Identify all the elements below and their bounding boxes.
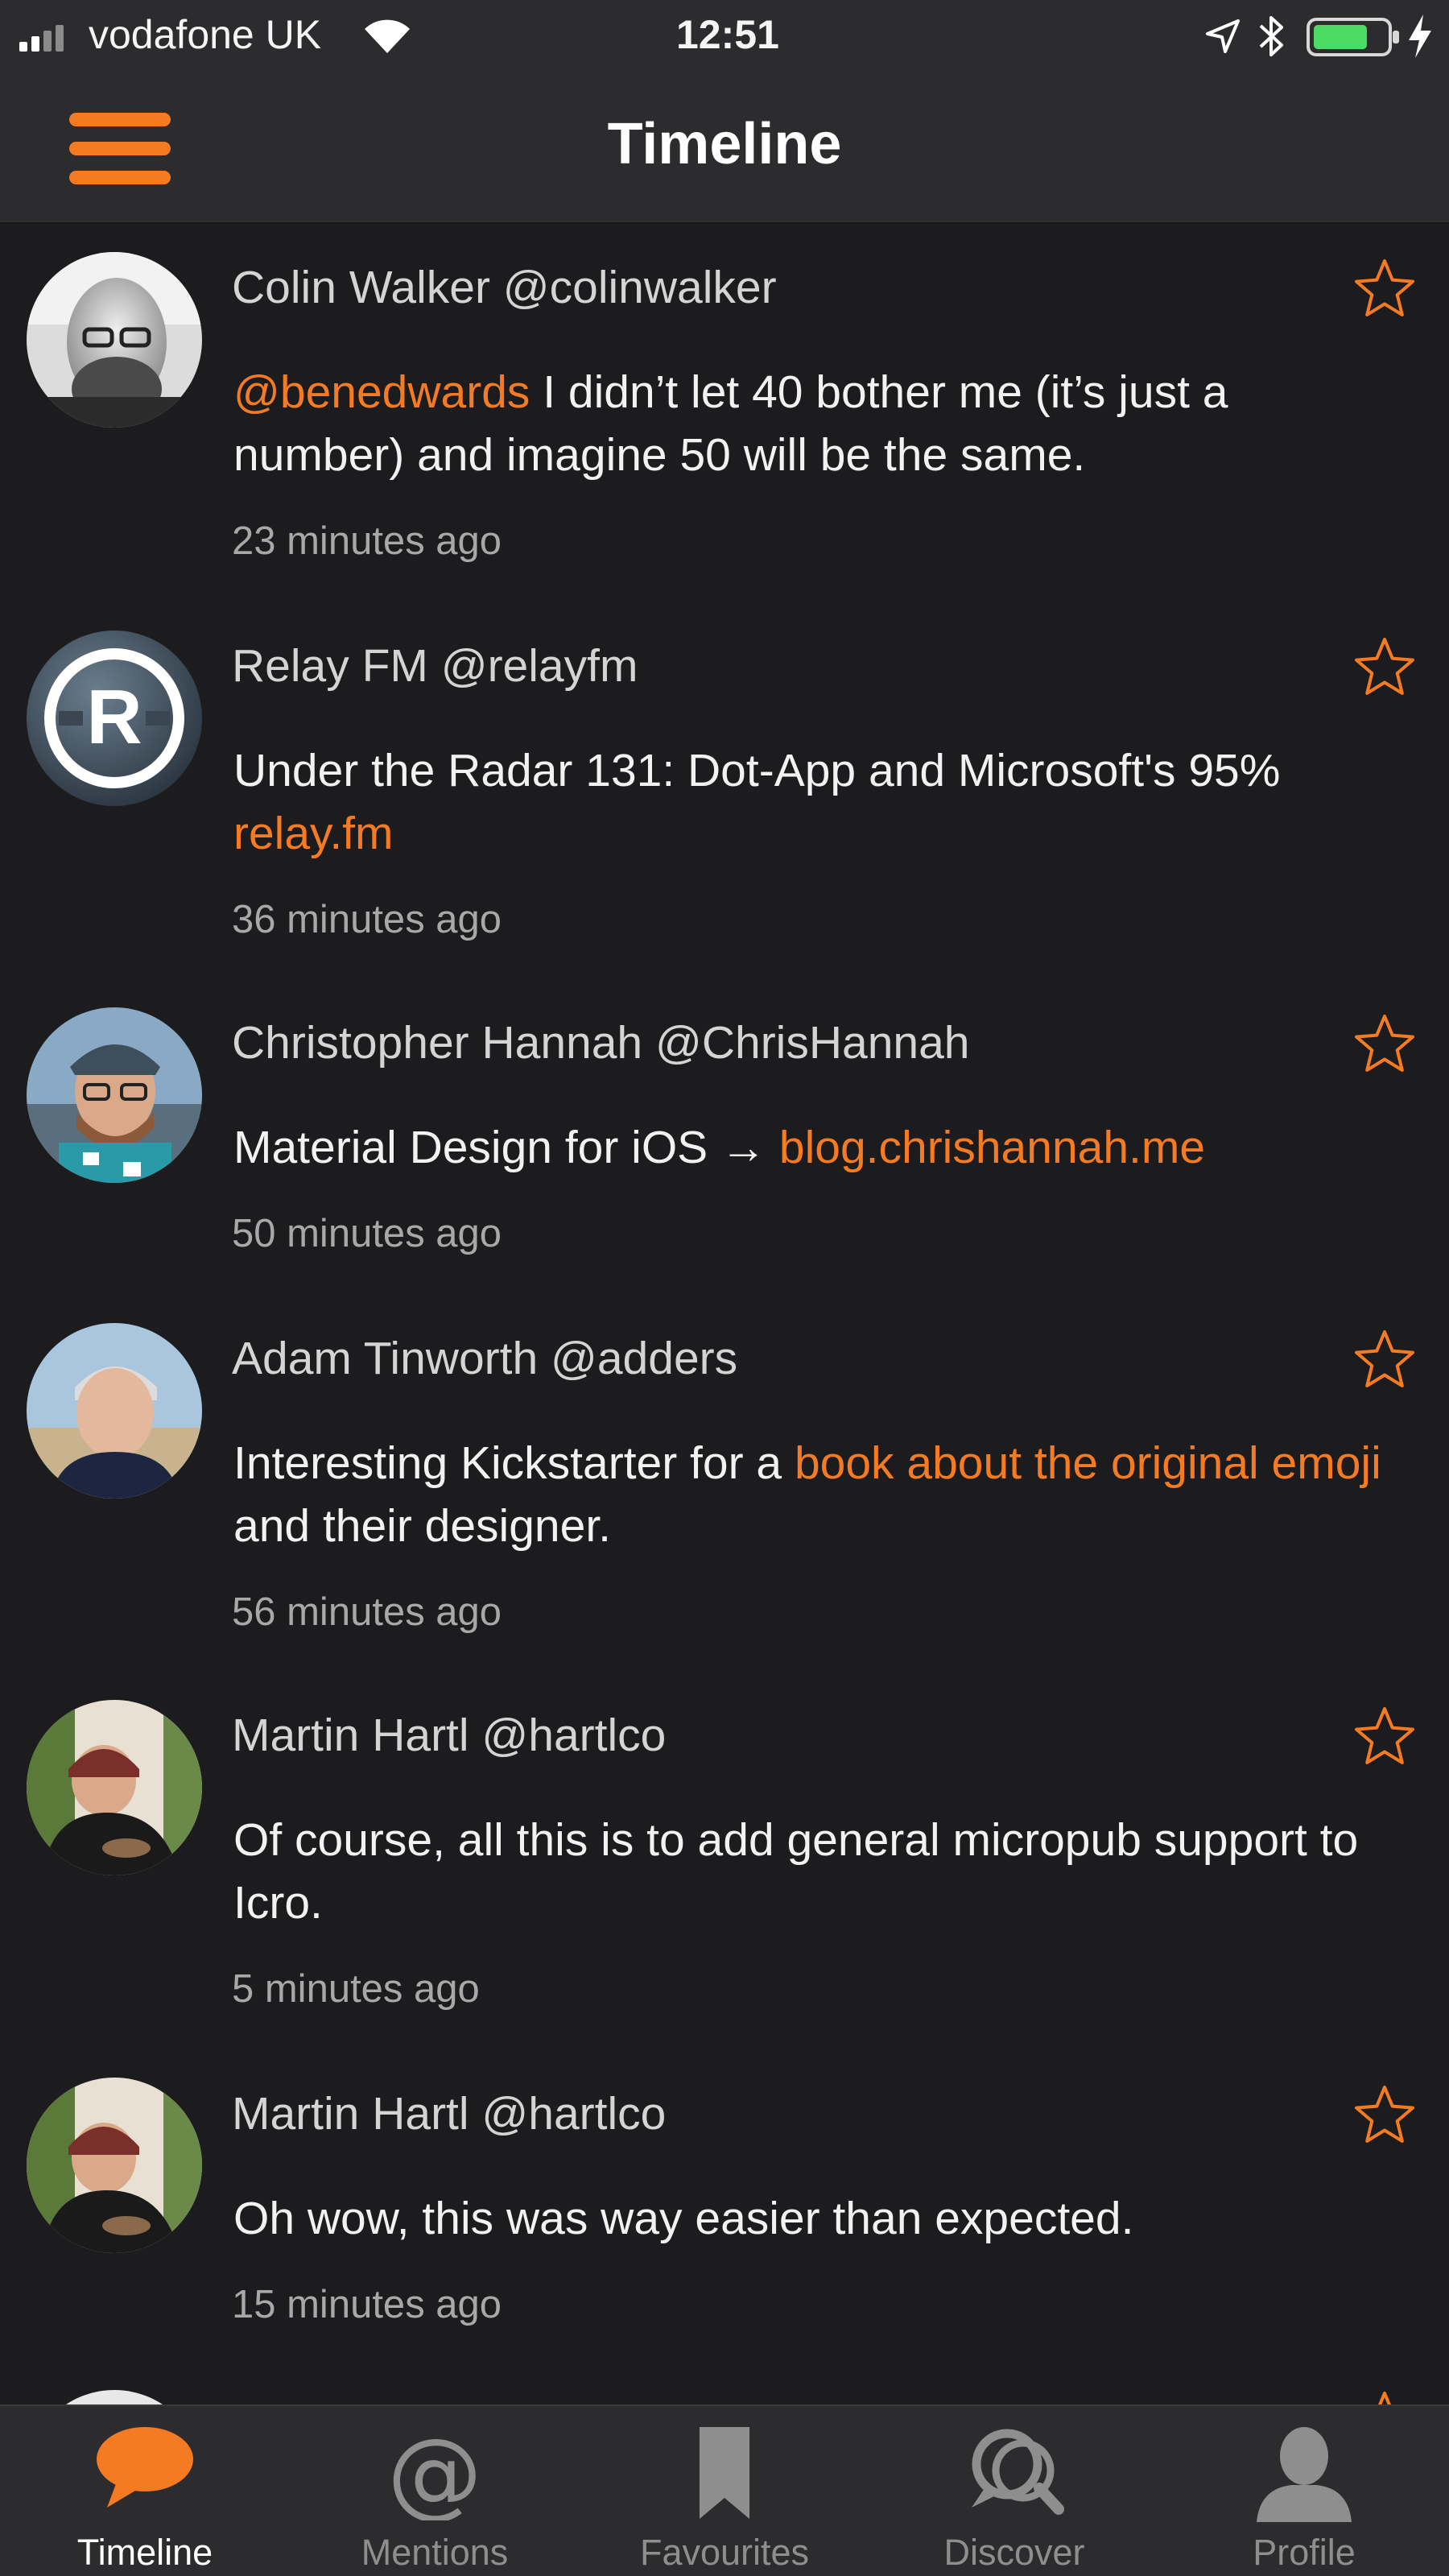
tab-label: Mentions (361, 2532, 509, 2573)
post-body: Oh wow, this was way easier than expecte… (233, 2187, 1409, 2250)
at-sign-icon: @ (386, 2417, 483, 2528)
post-body: Material Design for iOS → blog.chrishann… (233, 1116, 1409, 1179)
bluetooth-icon (1256, 13, 1288, 60)
timeline-post-partial[interactable] (0, 2390, 1449, 2404)
post-body: @benedwards I didn’t let 40 bother me (i… (233, 361, 1409, 486)
post-timestamp: 50 minutes ago (232, 1212, 502, 1255)
post-body: Under the Radar 131: Dot-App and Microso… (233, 739, 1409, 865)
post-author[interactable]: Martin Hartl @hartlco (232, 2087, 666, 2140)
post-text: Interesting Kickstarter for a (233, 1437, 795, 1489)
timeline-post[interactable]: R Relay FM @relayfm Under the Radar 131:… (0, 604, 1449, 982)
tab-favourites[interactable]: Favourites (580, 2406, 869, 2576)
post-body: Interesting Kickstarter for a book about… (233, 1432, 1409, 1557)
post-text: Of course, all this is to add general mi… (233, 1814, 1359, 1929)
favourite-star-icon[interactable] (1354, 636, 1415, 697)
favourite-star-icon[interactable] (1354, 2390, 1415, 2404)
post-link[interactable]: relay.fm (233, 808, 393, 859)
tab-profile[interactable]: Profile (1159, 2406, 1449, 2576)
timeline-post[interactable]: Christopher Hannah @ChrisHannah Material… (0, 982, 1449, 1296)
post-timestamp: 23 minutes ago (232, 519, 502, 563)
tab-mentions[interactable]: @ Mentions (290, 2406, 580, 2576)
favourite-star-icon[interactable] (1354, 1706, 1415, 1767)
bookmark-icon (696, 2427, 753, 2525)
post-body: Of course, all this is to add general mi… (233, 1809, 1409, 1934)
tab-label: Timeline (76, 2532, 213, 2573)
status-bar: vodafone UK 12:51 (0, 0, 1449, 74)
timeline-list[interactable]: Colin Walker @colinwalker @benedwards I … (0, 225, 1449, 2404)
favourite-star-icon[interactable] (1354, 1013, 1415, 1074)
person-icon (1252, 2427, 1356, 2527)
clock: 12:51 (676, 12, 779, 57)
avatar[interactable]: R (27, 631, 202, 806)
tab-label: Discover (943, 2532, 1085, 2573)
post-link[interactable]: blog.chrishannah.me (779, 1122, 1205, 1173)
discover-icon (962, 2429, 1067, 2522)
post-text: Material Design for iOS → (233, 1122, 779, 1173)
nav-bar: Timeline (0, 74, 1449, 224)
charging-bolt-icon (1406, 13, 1435, 60)
post-author[interactable]: Christopher Hannah @ChrisHannah (232, 1016, 970, 1069)
svg-text:@: @ (387, 2424, 482, 2520)
signal-icon (19, 23, 84, 52)
post-link[interactable]: book about the original emoji (795, 1437, 1381, 1489)
post-text: Oh wow, this was way easier than expecte… (233, 2193, 1134, 2244)
timeline-post[interactable]: Colin Walker @colinwalker @benedwards I … (0, 225, 1449, 604)
post-link[interactable]: @benedwards (233, 366, 530, 418)
tab-label: Favourites (639, 2532, 810, 2573)
tab-timeline[interactable]: Timeline (0, 2406, 290, 2576)
page-title: Timeline (607, 112, 842, 176)
favourite-star-icon[interactable] (1354, 258, 1415, 319)
post-timestamp: 15 minutes ago (232, 2283, 502, 2326)
post-text: Under the Radar 131: Dot-App and Microso… (233, 745, 1281, 796)
timeline-post[interactable]: Martin Hartl @hartlco Of course, all thi… (0, 1675, 1449, 2053)
battery-icon (1306, 14, 1402, 60)
avatar[interactable] (27, 1007, 202, 1183)
carrier-name: vodafone UK (89, 12, 322, 57)
tab-bar: Timeline @ Mentions Favourites Discover … (0, 2404, 1449, 2576)
avatar[interactable] (27, 2390, 202, 2404)
wifi-icon (362, 14, 412, 55)
avatar[interactable] (27, 1323, 202, 1499)
tab-label: Profile (1253, 2532, 1356, 2573)
avatar[interactable] (27, 2078, 202, 2253)
tab-discover[interactable]: Discover (869, 2406, 1159, 2576)
favourite-star-icon[interactable] (1354, 2084, 1415, 2145)
location-arrow-icon (1204, 18, 1241, 55)
timeline-post[interactable]: Adam Tinworth @adders Interesting Kickst… (0, 1296, 1449, 1675)
favourite-star-icon[interactable] (1354, 1329, 1415, 1390)
avatar[interactable] (27, 252, 202, 428)
post-author[interactable]: Colin Walker @colinwalker (232, 261, 777, 314)
speech-bubble-icon (93, 2427, 197, 2516)
timeline-post[interactable]: Martin Hartl @hartlco Oh wow, this was w… (0, 2053, 1449, 2367)
svg-text:R: R (86, 674, 142, 760)
avatar[interactable] (27, 1700, 202, 1875)
post-timestamp: 36 minutes ago (232, 898, 502, 941)
post-author[interactable]: Relay FM @relayfm (232, 639, 638, 693)
post-text: and their designer. (233, 1500, 611, 1552)
post-timestamp: 56 minutes ago (232, 1590, 502, 1634)
post-timestamp: 5 minutes ago (232, 1967, 480, 2011)
post-author[interactable]: Martin Hartl @hartlco (232, 1709, 666, 1762)
post-author[interactable]: Adam Tinworth @adders (232, 1332, 737, 1385)
